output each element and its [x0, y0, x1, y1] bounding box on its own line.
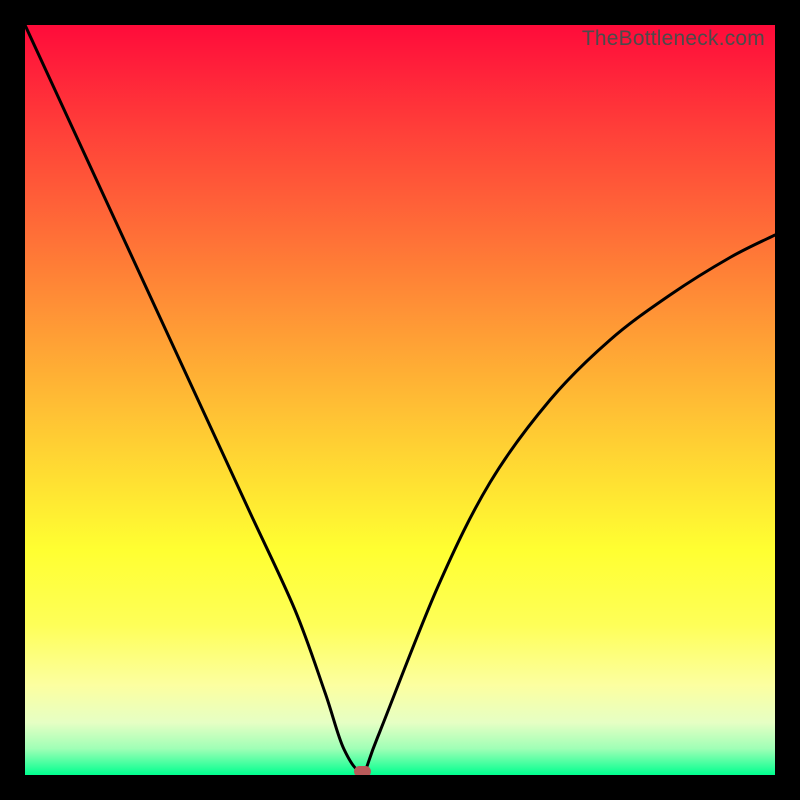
plot-area: TheBottleneck.com	[25, 25, 775, 775]
bottleneck-curve	[25, 25, 775, 775]
minimum-marker	[354, 766, 371, 775]
outer-frame: TheBottleneck.com	[0, 0, 800, 800]
